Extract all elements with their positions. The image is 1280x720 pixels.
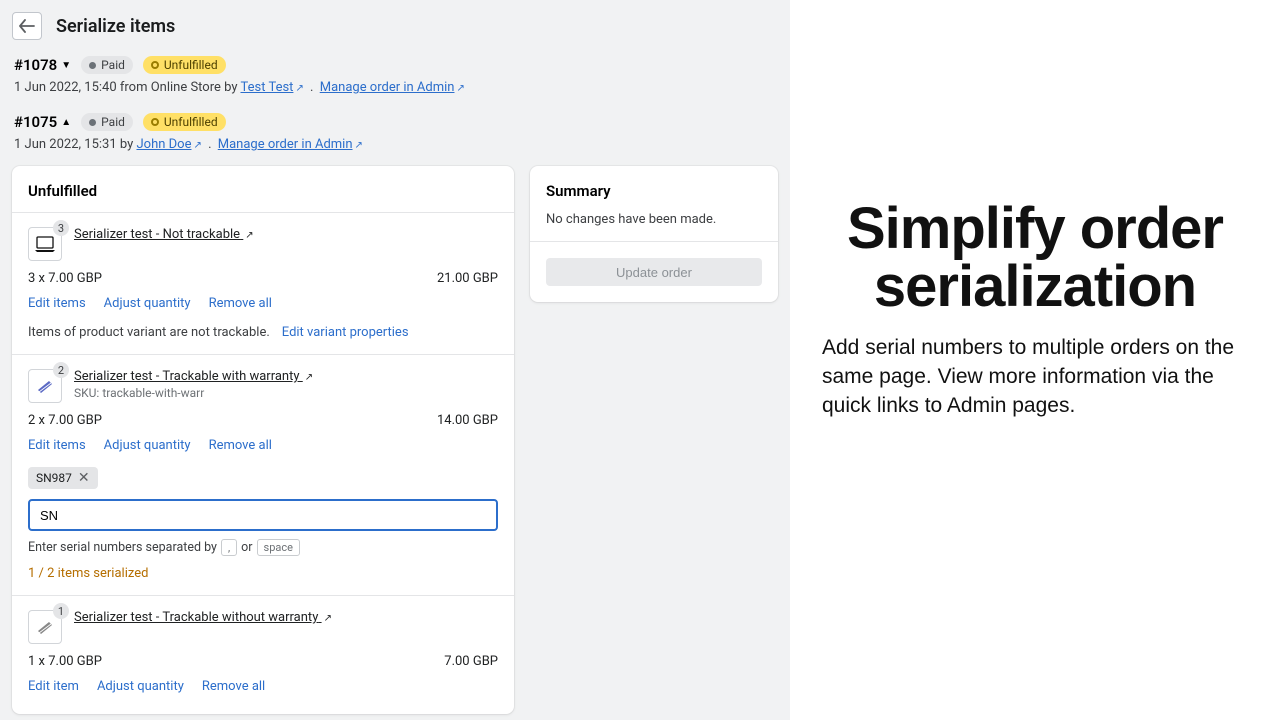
remove-tag-icon[interactable]: ✕	[78, 470, 90, 486]
external-link-icon: ↗	[193, 140, 201, 151]
chevron-down-icon: ▼	[61, 60, 71, 71]
fulfillment-badge: Unfulfilled	[143, 56, 226, 74]
author-link[interactable]: Test Test↗	[240, 80, 303, 95]
product-link[interactable]: Serializer test - Trackable without warr…	[74, 610, 332, 625]
adjust-quantity-link[interactable]: Adjust quantity	[104, 296, 191, 311]
qty-badge: 1	[53, 603, 69, 619]
remove-all-link[interactable]: Remove all	[209, 296, 272, 311]
external-link-icon: ↗	[355, 140, 363, 151]
author-link[interactable]: John Doe↗	[136, 137, 201, 152]
line-total: 21.00 GBP	[437, 271, 498, 286]
manage-order-link[interactable]: Manage order in Admin↗	[218, 137, 363, 152]
qty-badge: 3	[53, 220, 69, 236]
external-link-icon: ↗	[295, 83, 303, 94]
line-price: 3 x 7.00 GBP	[28, 271, 102, 286]
adjust-quantity-link[interactable]: Adjust quantity	[104, 438, 191, 453]
external-link-icon: ↗	[245, 230, 253, 241]
edit-item-link[interactable]: Edit item	[28, 679, 79, 694]
summary-heading: Summary	[546, 182, 762, 200]
edit-items-link[interactable]: Edit items	[28, 296, 86, 311]
external-link-icon: ↗	[456, 83, 464, 94]
summary-text: No changes have been made.	[546, 212, 762, 227]
paid-badge: Paid	[81, 56, 133, 74]
edit-variant-link[interactable]: Edit variant properties	[282, 325, 409, 340]
order-number: #1075	[14, 113, 57, 131]
order-toggle-1075[interactable]: #1075 ▲	[14, 113, 71, 131]
promo-subtext: Add serial numbers to multiple orders on…	[822, 334, 1248, 421]
remove-all-link[interactable]: Remove all	[209, 438, 272, 453]
serialization-warning: 1 / 2 items serialized	[28, 566, 498, 581]
order-number: #1078	[14, 56, 57, 74]
external-link-icon: ↗	[305, 372, 313, 383]
fulfillment-badge: Unfulfilled	[143, 113, 226, 131]
update-order-button[interactable]: Update order	[546, 258, 762, 286]
remove-all-link[interactable]: Remove all	[202, 679, 265, 694]
order-toggle-1078[interactable]: #1078 ▼	[14, 56, 71, 74]
back-button[interactable]	[12, 12, 42, 40]
line-total: 7.00 GBP	[444, 654, 498, 669]
serial-hint: Enter serial numbers separated by , or s…	[28, 539, 498, 556]
serial-number-input[interactable]	[28, 499, 498, 531]
line-total: 14.00 GBP	[437, 413, 498, 428]
product-link[interactable]: Serializer test - Trackable with warrant…	[74, 369, 313, 384]
unfulfilled-heading: Unfulfilled	[28, 182, 498, 200]
not-trackable-note: Items of product variant are not trackab…	[28, 325, 270, 340]
line-price: 1 x 7.00 GBP	[28, 654, 102, 669]
page-title: Serialize items	[56, 16, 175, 37]
product-link[interactable]: Serializer test - Not trackable ↗	[74, 227, 254, 242]
order-meta: 1 Jun 2022, 15:31 by John Doe↗ . Manage …	[14, 137, 776, 152]
arrow-left-icon	[19, 19, 35, 33]
serial-tag: SN987 ✕	[28, 467, 98, 489]
adjust-quantity-link[interactable]: Adjust quantity	[97, 679, 184, 694]
paid-badge: Paid	[81, 113, 133, 131]
edit-items-link[interactable]: Edit items	[28, 438, 86, 453]
chevron-up-icon: ▲	[61, 117, 71, 128]
order-meta: 1 Jun 2022, 15:40 from Online Store by T…	[14, 80, 776, 95]
external-link-icon: ↗	[324, 613, 332, 624]
manage-order-link[interactable]: Manage order in Admin↗	[320, 80, 465, 95]
qty-badge: 2	[53, 362, 69, 378]
promo-heading: Simplify orderserialization	[822, 200, 1248, 316]
line-price: 2 x 7.00 GBP	[28, 413, 102, 428]
product-sku: SKU: trackable-with-warr	[74, 386, 313, 400]
